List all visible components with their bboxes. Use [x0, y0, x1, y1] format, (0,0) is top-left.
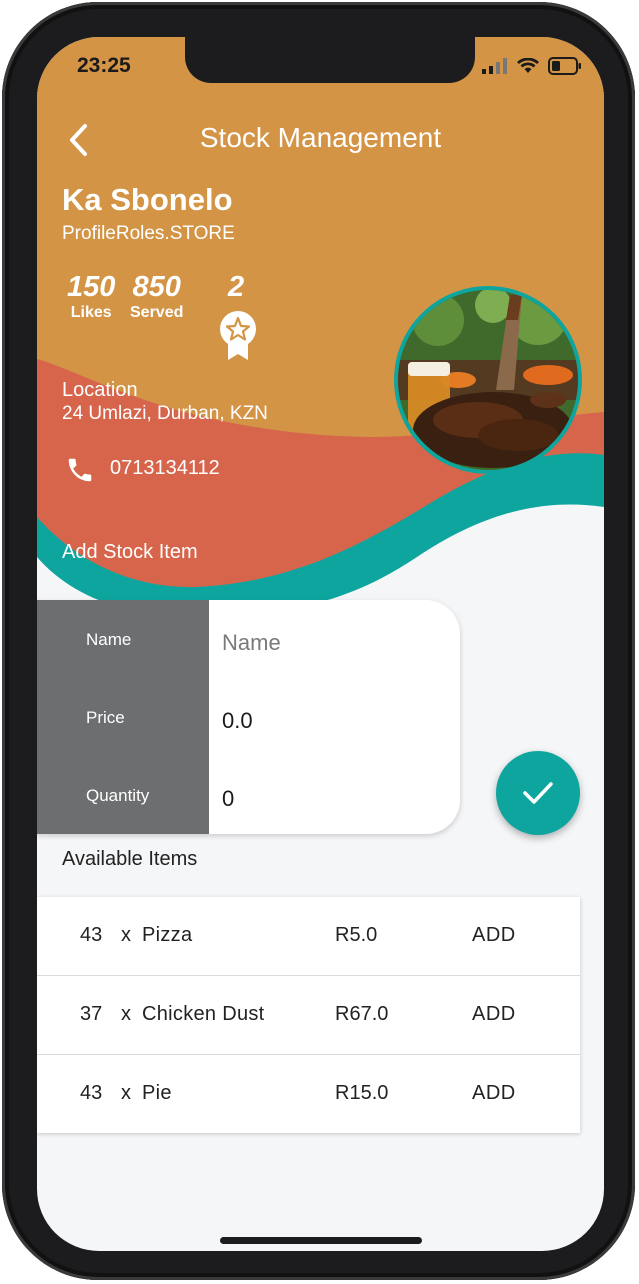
- camera-notch: [185, 37, 475, 83]
- name-field-input[interactable]: Name: [222, 630, 281, 656]
- stat-likes: 150 Likes: [67, 272, 115, 322]
- name-field-label: Name: [86, 630, 132, 649]
- add-item-button[interactable]: ADD: [472, 924, 516, 947]
- list-item: 43 x Pizza R5.0 ADD: [37, 897, 580, 976]
- form-labels-panel: Name Price Quantity: [37, 600, 209, 834]
- item-times: x: [121, 1082, 131, 1104]
- item-times: x: [121, 1003, 131, 1025]
- phone-number[interactable]: 0713134112: [110, 457, 220, 480]
- status-icons: [482, 57, 582, 75]
- items-list: 43 x Pizza R5.0 ADD 37 x Chicken Dust R6…: [37, 897, 580, 1133]
- price-field-label: Price: [86, 708, 125, 727]
- item-name: Pizza: [142, 924, 193, 946]
- add-stock-form: Name Price Quantity Name 0.0 0: [37, 600, 460, 834]
- stat-served: 850 Served: [130, 272, 183, 322]
- signal-icon: [482, 58, 507, 74]
- quantity-field-label: Quantity: [86, 786, 150, 805]
- store-avatar: [394, 286, 582, 474]
- price-field-input[interactable]: 0.0: [222, 708, 253, 734]
- add-item-button[interactable]: ADD: [472, 1003, 516, 1026]
- item-name: Chicken Dust: [142, 1003, 265, 1025]
- location-value: 24 Umlazi, Durban, KZN: [62, 403, 268, 424]
- item-qty: 43: [80, 1082, 103, 1104]
- item-qty: 37: [80, 1003, 103, 1025]
- item-times: x: [121, 924, 131, 946]
- item-price: R15.0: [335, 1082, 389, 1104]
- stat-awards: 2: [228, 272, 244, 302]
- app-screen: 23:25 Stock Management Ka Sbonelo Profil…: [37, 37, 604, 1251]
- phone-frame: 23:25 Stock Management Ka Sbonelo Profil…: [2, 2, 635, 1280]
- item-qty: 43: [80, 924, 103, 946]
- served-count: 850: [132, 271, 181, 303]
- item-name: Pie: [142, 1082, 172, 1104]
- wifi-icon: [517, 58, 539, 73]
- served-label: Served: [130, 304, 184, 321]
- store-role: ProfileRoles.STORE: [62, 223, 235, 244]
- store-name: Ka Sbonelo: [62, 182, 233, 217]
- add-item-button[interactable]: ADD: [472, 1082, 516, 1105]
- item-price: R67.0: [335, 1003, 389, 1025]
- location-label: Location: [62, 379, 138, 401]
- battery-icon: [548, 57, 581, 75]
- check-icon: [523, 782, 553, 804]
- likes-count: 150: [67, 271, 116, 303]
- award-badge-icon: [220, 311, 256, 360]
- list-item: 43 x Pie R15.0 ADD: [37, 1055, 580, 1133]
- add-stock-title: Add Stock Item: [62, 541, 198, 563]
- submit-stock-button[interactable]: [496, 751, 580, 835]
- awards-count: 2: [228, 271, 245, 303]
- phone-icon[interactable]: [65, 455, 95, 485]
- home-indicator[interactable]: [220, 1237, 422, 1244]
- list-item: 37 x Chicken Dust R67.0 ADD: [37, 976, 580, 1055]
- likes-label: Likes: [70, 304, 112, 321]
- status-time: 23:25: [77, 54, 131, 77]
- page-title: Stock Management: [199, 122, 442, 153]
- quantity-field-input[interactable]: 0: [222, 786, 234, 812]
- food-photo-avatar: [398, 290, 578, 470]
- available-items-title: Available Items: [62, 848, 198, 870]
- item-price: R5.0: [335, 924, 378, 946]
